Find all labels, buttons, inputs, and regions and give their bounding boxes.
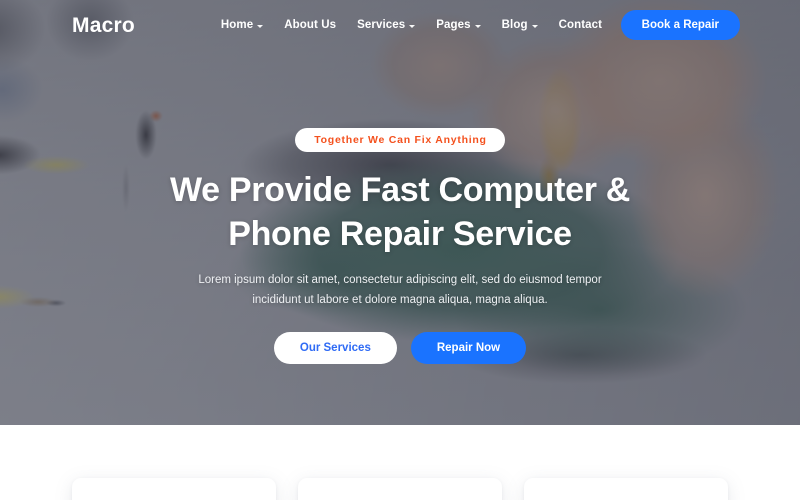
nav-item-blog[interactable]: Blog [502,19,538,31]
feature-card[interactable] [298,478,502,500]
chevron-down-icon [257,24,264,28]
book-a-repair-button[interactable]: Book a Repair [620,10,740,40]
hero-tagline-badge: Together We Can Fix Anything [295,128,505,152]
nav-item-services[interactable]: Services [357,19,416,31]
header-inner: Macro Home About Us Services Pages Blog … [0,10,800,40]
feature-card[interactable] [524,478,728,500]
site-logo[interactable]: Macro [72,15,135,36]
nav-item-label: Blog [501,19,528,31]
repair-now-button[interactable]: Repair Now [410,331,527,364]
hero-title: We Provide Fast Computer & Phone Repair … [100,169,700,256]
nav-item-label: Services [357,19,406,31]
chevron-down-icon [531,24,538,28]
hero-action-buttons: Our Services Repair Now [100,331,700,364]
feature-cards-row [72,478,728,500]
site-header: Macro Home About Us Services Pages Blog … [0,0,800,50]
nav-item-label: Pages [436,19,471,31]
hero-section: Macro Home About Us Services Pages Blog … [0,0,800,425]
main-navigation: Home About Us Services Pages Blog Contac… [221,19,602,31]
hero-content: Together We Can Fix Anything We Provide … [0,128,800,364]
our-services-button[interactable]: Our Services [273,331,397,364]
nav-item-label: Home [220,19,254,31]
nav-item-contact[interactable]: Contact [559,19,603,31]
hero-description: Lorem ipsum dolor sit amet, consectetur … [198,274,602,306]
hero-title-line-2: Phone Repair Service [228,214,572,253]
features-section [0,425,800,500]
feature-card[interactable] [72,478,276,500]
chevron-down-icon [409,24,416,28]
nav-item-label: Contact [558,19,603,31]
nav-item-about-us[interactable]: About Us [284,19,336,31]
nav-item-label: About Us [284,19,337,31]
nav-item-home[interactable]: Home [220,19,264,31]
nav-item-pages[interactable]: Pages [436,19,481,31]
chevron-down-icon [474,24,481,28]
hero-title-line-1: We Provide Fast Computer & [169,171,631,209]
